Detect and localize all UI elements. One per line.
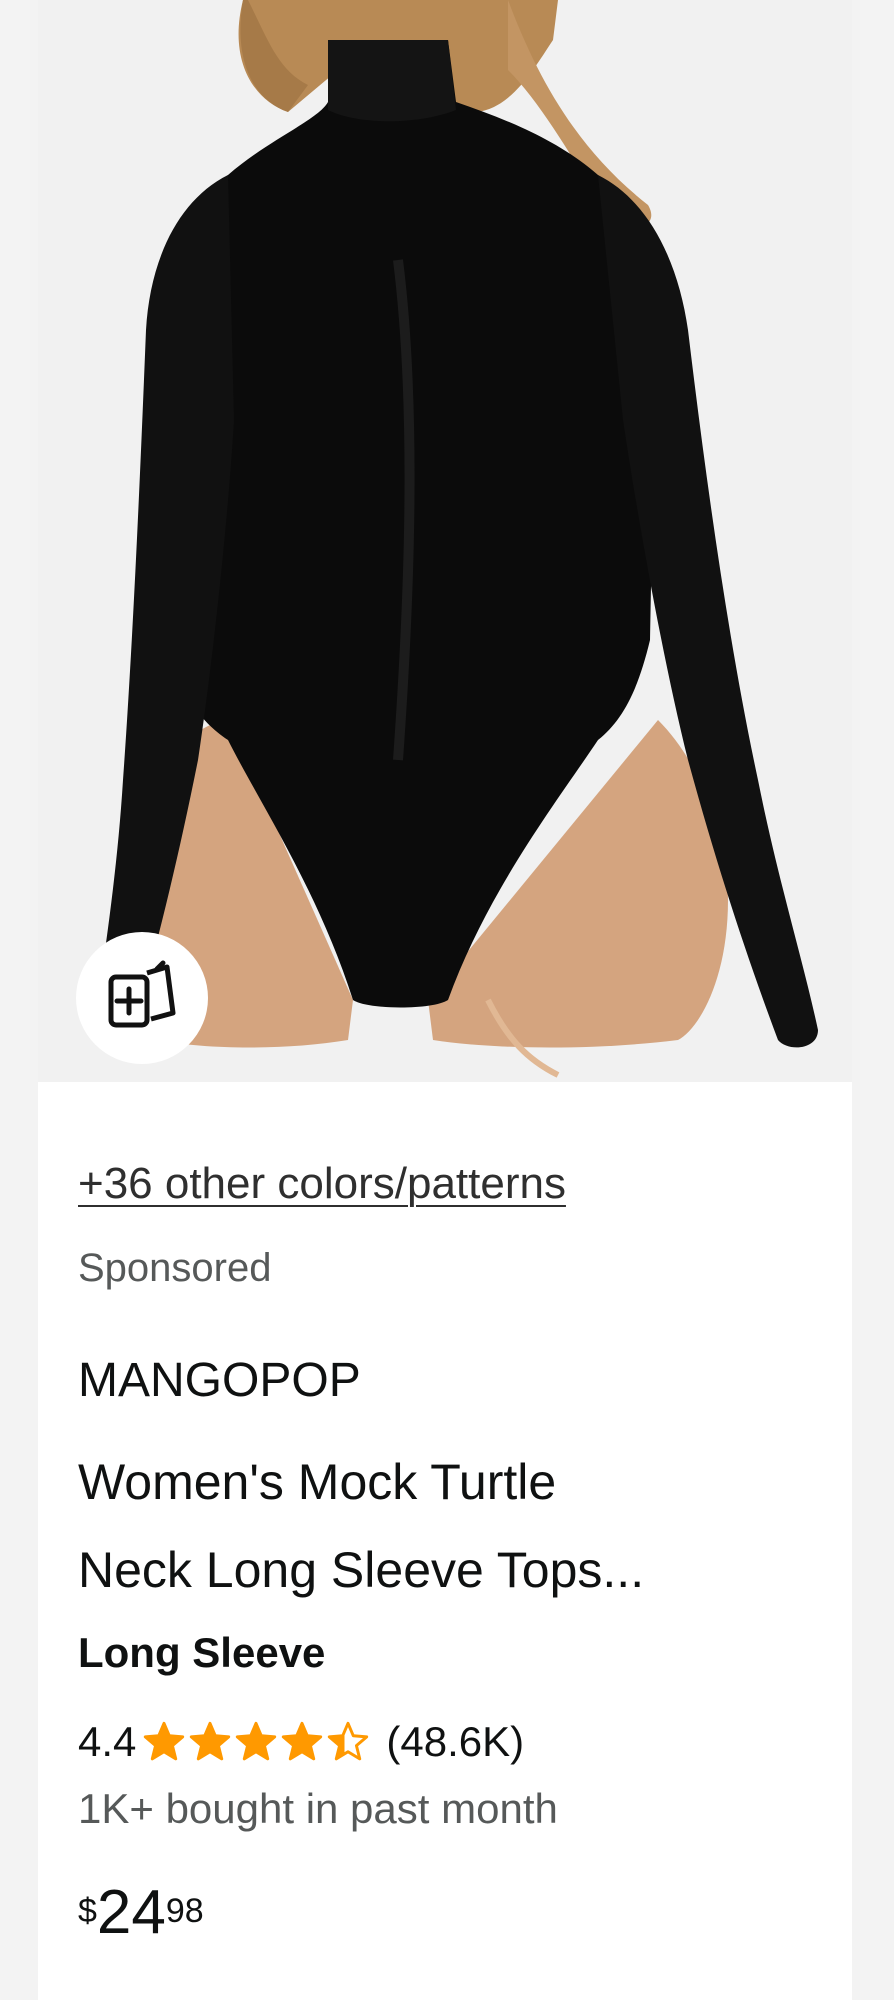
add-to-list-icon — [108, 960, 176, 1028]
star-full-icon — [144, 1721, 185, 1761]
sponsored-label: Sponsored — [78, 1246, 272, 1290]
right-gutter — [852, 0, 894, 2000]
other-colors-link[interactable]: +36 other colors/patterns — [78, 1158, 566, 1211]
left-gutter — [0, 0, 38, 2000]
star-full-icon — [236, 1721, 277, 1761]
star-full-icon — [190, 1721, 231, 1761]
rating-value: 4.4 — [78, 1718, 137, 1765]
variant-label: Long Sleeve — [78, 1629, 326, 1676]
price-symbol: $ — [78, 1892, 97, 1930]
brand-name: MANGOPOP — [78, 1354, 361, 1407]
rating-stars[interactable] — [142, 1720, 372, 1764]
product-title-line-2: Neck Long Sleeve Tops... — [78, 1542, 645, 1598]
product-image[interactable] — [38, 0, 852, 1082]
product-title[interactable]: Women's Mock Turtle Neck Long Sleeve Top… — [78, 1438, 818, 1614]
rating-count[interactable]: (48.6K) — [386, 1718, 524, 1766]
page: +36 other colors/patterns Sponsored MANG… — [0, 0, 894, 2000]
price-fraction: 98 — [165, 1892, 204, 1930]
rating-row: 4.4 (48.6K) — [78, 1712, 524, 1772]
star-full-icon — [282, 1721, 323, 1761]
product-title-line-1: Women's Mock Turtle — [78, 1454, 557, 1510]
add-to-list-button[interactable] — [76, 932, 208, 1064]
bought-count: 1K+ bought in past month — [78, 1785, 558, 1832]
star-half-icon — [328, 1721, 369, 1761]
product-card[interactable]: +36 other colors/patterns Sponsored MANG… — [38, 0, 852, 2000]
price-whole: 24 — [96, 1878, 166, 1947]
price: $ 24 98 — [78, 1882, 204, 1944]
product-photo — [97, 0, 818, 1078]
